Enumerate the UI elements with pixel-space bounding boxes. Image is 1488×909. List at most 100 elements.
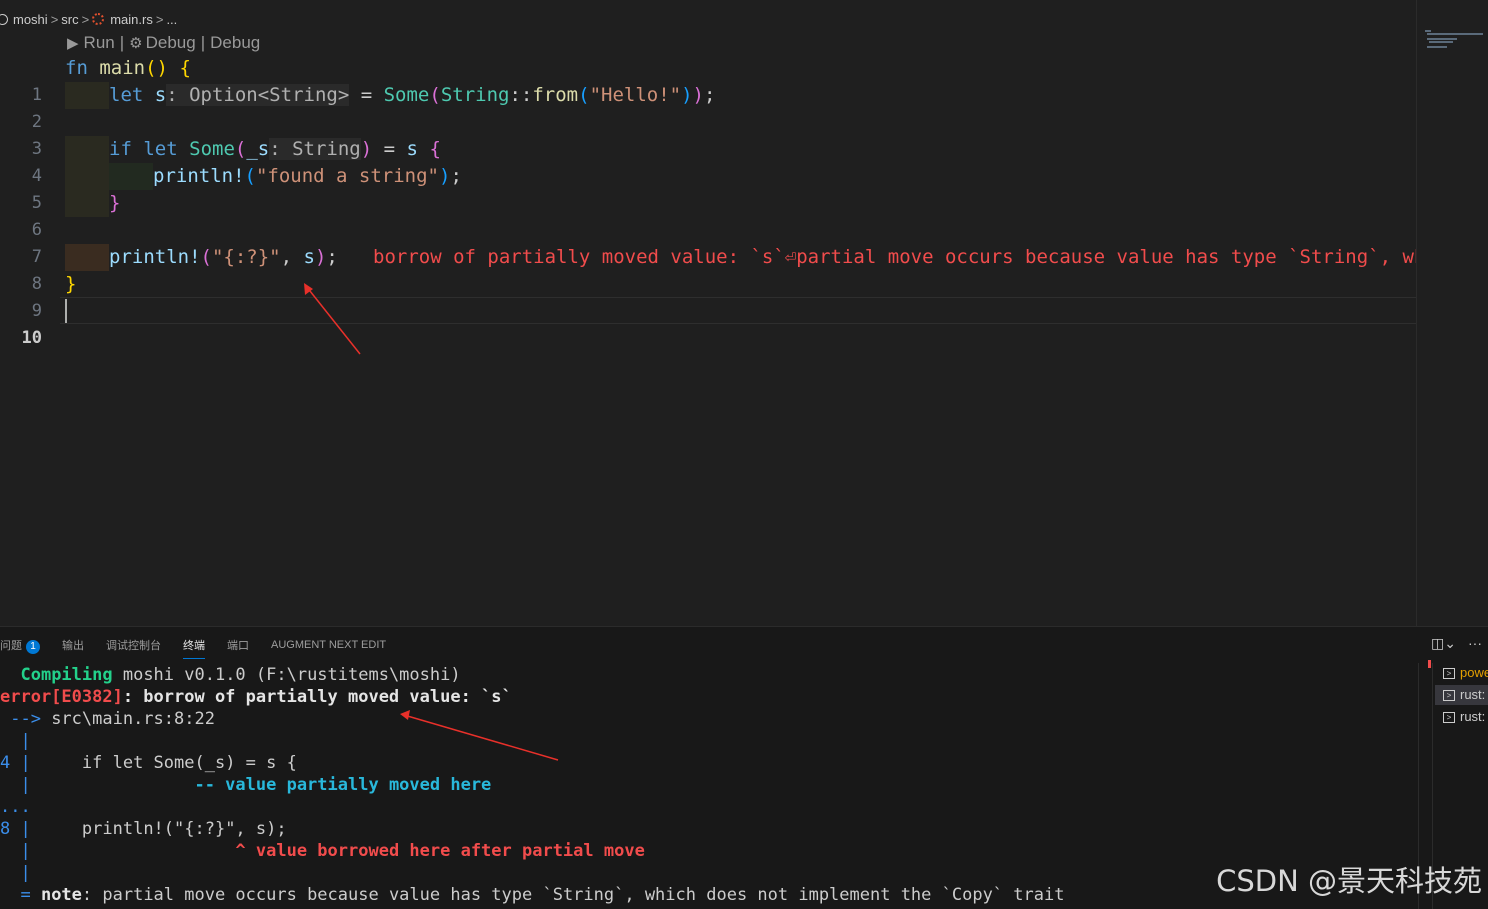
gutter-bar: |	[0, 731, 31, 751]
codelens-separator: |	[119, 33, 125, 52]
terminal-item-label: rust:	[1460, 687, 1486, 702]
breadcrumb: moshi > src > main.rs > ...	[0, 8, 177, 30]
source-snippet: println!("{:?}", s);	[30, 819, 287, 839]
code-line[interactable]: 8 println!("{:?}", s); borrow of partial…	[0, 244, 1416, 294]
breadcrumb-folder[interactable]: moshi	[13, 12, 48, 27]
indent-guide	[65, 244, 109, 271]
terminal-line: 8 | println!("{:?}", s);	[0, 818, 287, 840]
terminal-item-rust-2[interactable]: > rust:	[1443, 707, 1485, 727]
function-name: main	[99, 57, 146, 79]
punctuation: (	[578, 84, 590, 106]
code-line[interactable]: 10	[0, 298, 1416, 348]
code-line[interactable]: 3	[0, 109, 1416, 159]
ellipsis: ...	[0, 797, 31, 817]
compiling-status: Compiling	[20, 665, 113, 685]
punctuation: )	[314, 246, 327, 268]
punctuation: ;	[703, 84, 716, 106]
tab-output[interactable]: 输出	[62, 631, 84, 659]
tab-terminal[interactable]: 终端	[183, 631, 205, 659]
gutter-bar: |	[10, 753, 31, 773]
note-label: note	[30, 885, 82, 905]
gutter-bar: |	[0, 863, 31, 883]
code-line[interactable]: 1 fn main() {	[0, 55, 1416, 105]
more-actions-icon[interactable]: ···	[1468, 635, 1482, 652]
debug-codelens-2[interactable]: Debug	[210, 33, 260, 53]
variable: s	[154, 84, 167, 106]
terminal-line: | -- value partially moved here	[0, 774, 491, 796]
source-snippet: if let Some(_s) = s {	[30, 753, 297, 773]
breadcrumb-separator: >	[155, 11, 164, 27]
terminal-item-label: rust:	[1460, 709, 1486, 724]
scrollbar-error-marker	[1428, 660, 1431, 668]
minimap-line	[1429, 41, 1453, 43]
terminal-line: Compiling moshi v0.1.0 (F:\rustitems\mos…	[0, 664, 461, 686]
folder-icon	[0, 13, 8, 25]
run-codelens[interactable]: Run	[84, 33, 115, 53]
variable: s	[303, 246, 315, 268]
string-literal: "{:?}"	[211, 246, 281, 268]
punctuation: )	[439, 165, 451, 187]
gutter-bar: |	[0, 841, 31, 861]
location-arrow: -->	[0, 709, 41, 729]
tab-label: 问题	[0, 639, 22, 652]
punctuation: }	[65, 273, 77, 295]
breadcrumb-src[interactable]: src	[61, 12, 78, 27]
code-line[interactable]: 6 }	[0, 190, 1416, 240]
punctuation: )	[360, 138, 373, 160]
terminal-text: moshi v0.1.0 (F:\rustitems\moshi)	[112, 665, 461, 685]
split-terminal-icon[interactable]: ◫⌄	[1431, 635, 1456, 652]
terminal-line: --> src\main.rs:8:22	[0, 708, 215, 730]
terminal-item-rust-1[interactable]: > rust:	[1435, 685, 1488, 705]
line-number: 10	[21, 328, 42, 348]
terminal-item-label: powe	[1460, 665, 1488, 680]
tab-ports[interactable]: 端口	[227, 631, 249, 659]
codelens: ▶ Run | ⚙ Debug | Debug	[67, 32, 260, 54]
tab-debug-console[interactable]: 调试控制台	[106, 631, 161, 659]
type-hint: : Option<String>	[166, 84, 350, 106]
terminal-line: = note: partial move occurs because valu…	[0, 884, 1064, 906]
gear-icon: ⚙	[129, 35, 143, 52]
operator: =	[372, 138, 407, 160]
enum-variant: Some	[383, 84, 430, 106]
punctuation: {	[429, 138, 441, 160]
indent-guide	[65, 163, 109, 190]
punctuation: ()	[145, 57, 168, 79]
keyword: fn	[65, 57, 88, 79]
gutter-line-number: 4	[0, 753, 11, 773]
terminal-line: 4 | if let Some(_s) = s {	[0, 752, 297, 774]
play-icon: ▶	[67, 35, 79, 52]
breadcrumb-separator: >	[50, 11, 59, 27]
panel-actions: ◫⌄ ···	[1431, 635, 1482, 652]
punctuation: {	[179, 57, 191, 79]
punctuation: ;	[450, 165, 462, 187]
code-line[interactable]: 7	[0, 217, 1416, 267]
punctuation: ;	[326, 246, 338, 268]
terminal-item-powershell[interactable]: > powe	[1443, 663, 1488, 683]
punctuation: ::	[509, 84, 533, 106]
error-location: src\main.rs:8:22	[40, 709, 215, 729]
code-line[interactable]: 2 let s: Option<String> = Some(String::f…	[0, 82, 1416, 132]
indent-guide	[109, 163, 153, 190]
panel-tab-bar: 问题 1 输出 调试控制台 终端 端口 AUGMENT NEXT EDIT	[0, 627, 408, 663]
tab-augment-next-edit[interactable]: AUGMENT NEXT EDIT	[271, 633, 386, 657]
code-line[interactable]: 5 println!("found a string");	[0, 163, 1416, 213]
code-line[interactable]: 4 if let Some(_s: String) = s {	[0, 136, 1416, 186]
breadcrumb-more[interactable]: ...	[166, 12, 177, 27]
punctuation: ,	[280, 246, 304, 268]
debug-codelens[interactable]: Debug	[146, 33, 196, 53]
error-code: error[E0382]	[0, 687, 123, 707]
editor[interactable]: moshi > src > main.rs > ... ▶ Run | ⚙ De…	[0, 0, 1416, 626]
terminal-output[interactable]: Compiling moshi v0.1.0 (F:\rustitems\mos…	[0, 663, 1418, 909]
inline-error-message[interactable]: borrow of partially moved value: `s`⏎par…	[373, 244, 1416, 271]
breadcrumb-file[interactable]: main.rs	[110, 12, 153, 27]
operator: =	[349, 84, 384, 106]
type-name: String	[440, 84, 510, 106]
text-cursor	[65, 299, 67, 323]
tab-problems[interactable]: 问题 1	[0, 631, 40, 660]
terminal-line: error[E0382]: borrow of partially moved …	[0, 686, 512, 708]
code-line[interactable]: 9 }	[0, 271, 1416, 321]
problems-count-badge: 1	[26, 639, 40, 654]
string-literal: "Hello!"	[589, 84, 682, 106]
minimap[interactable]	[1416, 0, 1488, 626]
rust-file-icon	[92, 13, 105, 25]
